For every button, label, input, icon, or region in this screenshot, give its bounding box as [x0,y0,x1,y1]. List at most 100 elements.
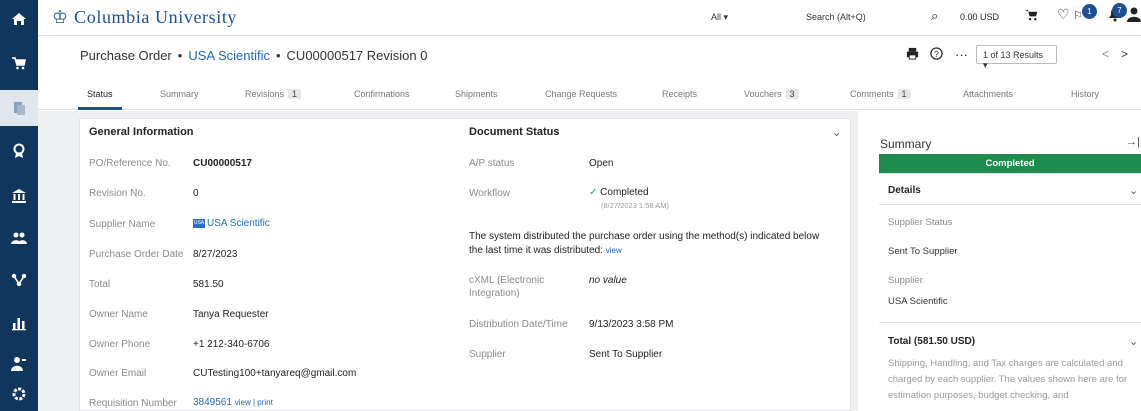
tab-status[interactable]: Status [87,89,113,99]
requisition-number-field: 3849561 view | print [193,396,273,409]
supplier-label: Supplier [888,275,923,286]
po-number: CU00000517 Revision 0 [286,48,428,63]
total-heading: Total (581.50 USD) [888,336,976,347]
owner-email-value: CUTesting100+tanyareq@gmail.com [193,368,357,379]
field-label: Owner Phone [89,339,151,350]
documents-icon[interactable] [0,90,38,126]
tab-receipts[interactable]: Receipts [662,89,697,99]
document-status-heading: Document Status [469,126,560,138]
active-tab-indicator [78,107,122,110]
divider [879,322,1141,323]
field-label: Requisition Number [89,398,177,409]
general-information-heading: General Information [89,126,194,138]
bank-icon[interactable] [0,179,38,213]
cart-icon[interactable] [0,46,38,80]
supplier-status-label: Supplier Status [888,217,953,228]
comments-count: 1 [897,89,911,99]
supplier-status-value: Sent To Supplier [888,246,958,257]
users-icon[interactable] [0,222,38,256]
revision-number-value: 0 [193,188,199,199]
page-title: Purchase Order • USA Scientific • CU00000517… [80,48,427,63]
field-label: Distribution Date/Time [469,319,568,330]
field-label: Workflow [469,188,510,199]
workflow-value: ✓ Completed [589,187,649,198]
field-label: Supplier Name [89,219,156,230]
distribution-date-value: 9/13/2023 3:58 PM [589,319,674,330]
vouchers-count: 3 [785,89,799,99]
requisition-print-link[interactable]: print [257,398,273,407]
total-note: Shipping, Handling, and Tax charges are … [888,358,1128,401]
requisition-view-link[interactable]: view [235,398,251,407]
university-logo[interactable]: ♔ Columbia University [52,7,237,28]
distribution-supplier-value: Sent To Supplier [589,349,663,360]
workflow-date: (8/27/2023 1:58 AM) [601,201,669,210]
requisition-number-link[interactable]: 3849561 [193,397,232,408]
field-label: Revision No. [89,188,146,199]
person-key-icon[interactable] [0,347,38,381]
chart-icon[interactable] [0,306,38,340]
details-heading: Details [888,185,921,196]
owner-phone-value: +1 212-340-6706 [193,339,270,350]
print-icon[interactable] [906,47,919,64]
previous-result-icon[interactable]: < [1102,47,1109,61]
summary-title: Summary [880,137,932,151]
check-icon: ✓ [589,187,598,198]
supplier-name-link[interactable]: USA USA Scientific [193,217,270,230]
heart-icon[interactable]: ♡ [1057,7,1070,23]
supplier-logo-icon: USA [193,218,205,228]
cart-icon[interactable] [1024,7,1039,26]
tab-comments[interactable]: Comments 1 [850,89,911,99]
help-icon[interactable]: ? [930,47,943,64]
search-scope-dropdown[interactable]: All ▾ [711,12,728,23]
field-label: PO/Reference No. [89,158,171,169]
divider [879,204,1141,205]
distribution-note: The system distributed the purchase orde… [469,231,820,256]
title-separator: • [275,48,281,63]
search-input[interactable]: Search (Alt+Q) [806,12,866,22]
svg-text:?: ? [934,49,939,59]
chevron-down-icon[interactable]: ⌄ [1129,184,1138,197]
tab-change-requests[interactable]: Change Requests [545,89,617,99]
more-options-icon[interactable]: ··· [955,47,968,62]
crown-icon: ♔ [52,7,69,28]
tab-summary[interactable]: Summary [160,89,199,99]
tab-history[interactable]: History [1071,89,1099,99]
flag-badge: 1 [1082,4,1097,19]
next-result-icon[interactable]: > [1121,47,1128,61]
page-title-prefix: Purchase Order [80,48,172,63]
search-icon[interactable]: ⌕ [931,9,938,24]
distribution-view-link[interactable]: view [606,246,622,255]
field-label: Supplier [469,349,506,360]
po-reference-value: CU00000517 [193,158,252,169]
org-icon[interactable] [0,263,38,297]
collapse-panel-icon[interactable]: →| [1126,136,1140,148]
ap-status-value: Open [589,158,614,169]
owner-name-value: Tanya Requester [193,309,269,320]
user-icon[interactable] [1127,7,1141,26]
home-icon[interactable] [0,2,38,36]
tab-revisions[interactable]: Revisions 1 [245,89,302,99]
field-label: Total [89,279,111,290]
tab-shipments[interactable]: Shipments [455,89,498,99]
chevron-down-icon[interactable]: ⌄ [1129,335,1138,348]
field-label: Owner Email [89,368,147,379]
supplier-breadcrumb-link[interactable]: USA Scientific [188,48,270,63]
award-icon[interactable] [0,134,38,168]
total-value: 581.50 [193,279,224,290]
results-dropdown[interactable]: 1 of 13 Results ▾ [976,45,1057,70]
tab-attachments[interactable]: Attachments [963,89,1013,99]
field-label: cXML (Electronic Integration) [469,275,545,299]
left-nav-rail [0,0,38,411]
field-label: Owner Name [89,309,148,320]
cart-total[interactable]: 0.00 USD [960,12,999,22]
tab-confirmations[interactable]: Confirmations [354,89,410,99]
tab-vouchers[interactable]: Vouchers 3 [744,89,799,99]
bell-badge: 7 [1112,3,1127,18]
settings-icon[interactable] [0,377,38,411]
field-label: A/P status [469,158,515,169]
chevron-down-icon[interactable]: ⌄ [832,126,841,139]
top-bar: ♔ Columbia University All ▾ Search (Alt+… [38,0,1141,36]
university-name: Columbia University [74,7,238,27]
tab-bar: Status Summary Revisions 1 Confirmations … [38,80,1141,110]
summary-panel: Summary →| Completed Details ⌄ Supplier … [871,126,1141,411]
